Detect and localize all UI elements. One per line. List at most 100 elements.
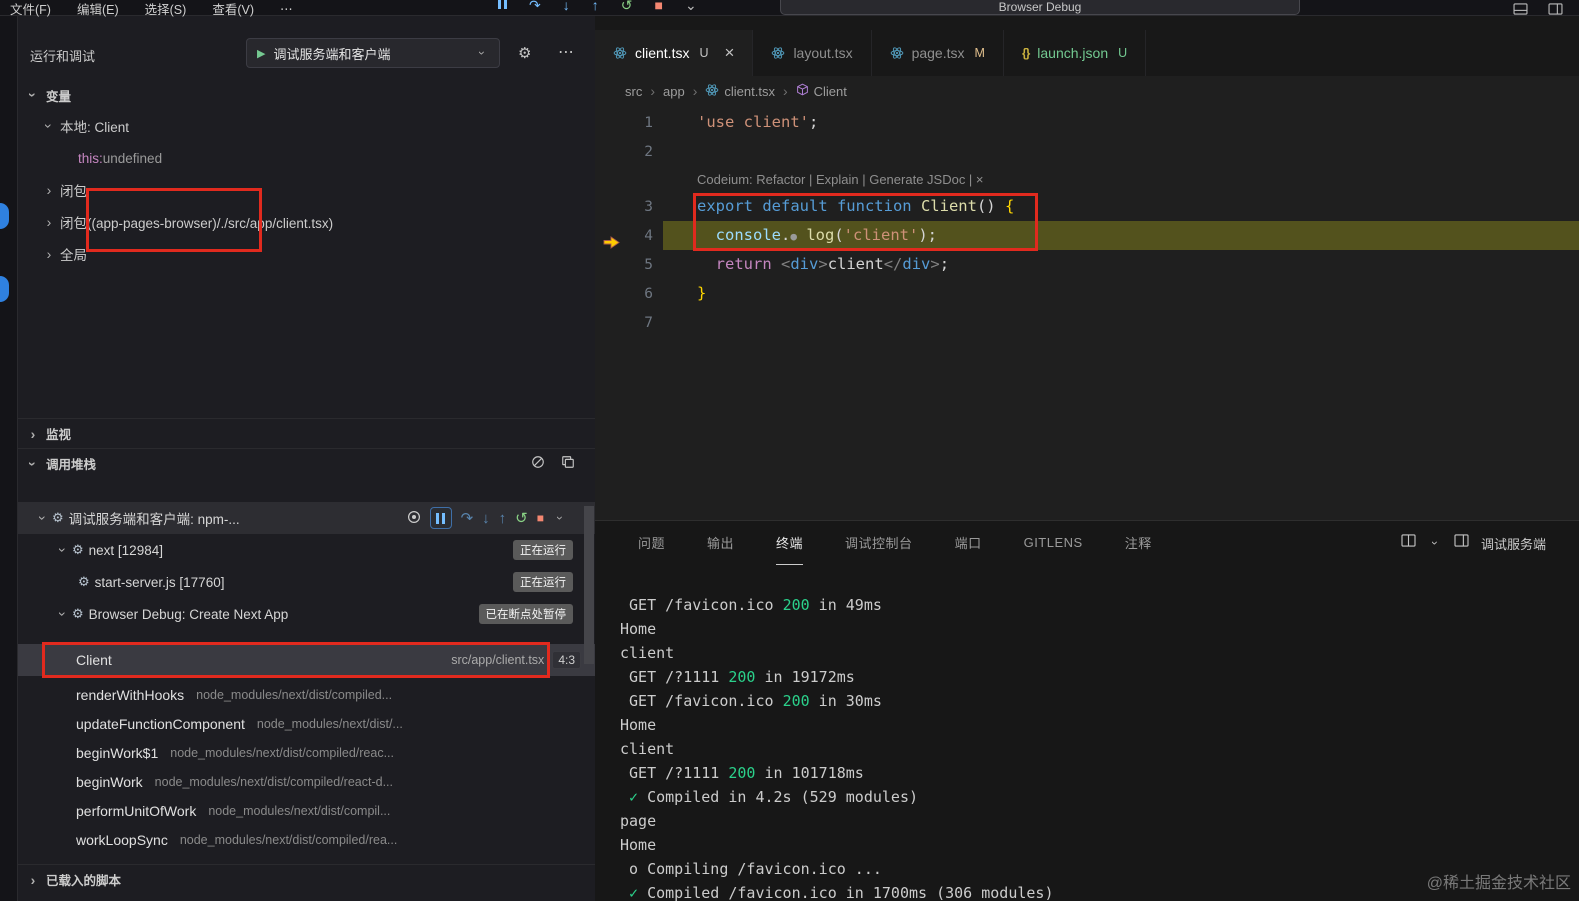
callstack-row[interactable]: › ⚙ Browser Debug: Create Next App 已在断点处暂停 [18, 598, 595, 630]
callstack-row[interactable]: beginWork$1 node_modules/next/dist/compil… [18, 738, 595, 767]
line-number[interactable]: 1 [595, 115, 663, 131]
panel-tab[interactable]: 输出 [707, 521, 734, 565]
stop-icon[interactable]: ■ [537, 512, 544, 524]
callstack-row-current-frame[interactable]: Client src/app/client.tsx 4:3 [18, 644, 595, 676]
chevron-down-icon[interactable]: › [553, 511, 567, 525]
panel-tab[interactable]: 调试控制台 [845, 521, 913, 565]
codelens-text[interactable]: Codeium: Refactor | Explain | Generate J… [663, 172, 984, 187]
step-over-icon[interactable]: ↷ [461, 511, 474, 526]
step-over-icon[interactable]: ↷ [529, 0, 541, 14]
editor-tab[interactable]: page.tsx M [871, 30, 1004, 76]
variable-scope-row[interactable]: › 闭包((app-pages-browser)/./src/app/client… [18, 206, 595, 238]
disable-icon[interactable] [531, 455, 545, 472]
editor-tab[interactable]: client.tsx U × [595, 30, 754, 76]
layout-sidebar-icon[interactable] [1548, 2, 1563, 20]
line-number[interactable]: 6 [595, 286, 663, 302]
more-actions-icon[interactable]: ⋯ [558, 42, 576, 62]
restart-icon[interactable]: ↺ [621, 0, 633, 14]
callstack-row[interactable]: beginWork node_modules/next/dist/compiled… [18, 767, 595, 796]
close-icon[interactable]: × [725, 43, 735, 63]
vscode-window: 文件(F) 编辑(E) 选择(S) 查看(V) ⋯ ↷ ↓ ↑ ↺ ■ ⌄ Browse… [0, 0, 1579, 901]
start-debug-icon[interactable]: ▶ [257, 47, 265, 60]
editor-tab[interactable]: layout.tsx [753, 30, 872, 76]
menu-item[interactable]: 选择(S) [145, 0, 187, 18]
step-into-icon[interactable]: ↓ [482, 511, 490, 526]
panel-tab[interactable]: 端口 [955, 521, 982, 565]
panel-layout-icon[interactable] [1454, 534, 1469, 552]
record-dot-icon[interactable] [407, 510, 421, 527]
chevron-down-icon[interactable]: › [1428, 536, 1442, 550]
chevron-down-icon[interactable]: › [55, 607, 71, 621]
loaded-scripts-section-header[interactable]: › 已载入的脚本 [18, 864, 595, 894]
step-into-icon[interactable]: ↓ [563, 0, 570, 14]
pause-icon[interactable] [498, 0, 507, 9]
scrollbar-thumb[interactable] [584, 506, 594, 664]
code-line-row[interactable]: 2 [595, 137, 1579, 166]
split-terminal-icon[interactable] [1401, 534, 1416, 552]
layout-panel-icon[interactable] [1513, 2, 1528, 20]
variable-scope-row[interactable]: › 本地: Client [18, 110, 595, 142]
breadcrumb-item[interactable]: Client [796, 83, 847, 99]
callstack-row[interactable]: › ⚙ next [12984] 正在运行 [18, 534, 595, 566]
chevron-right-icon[interactable]: › [42, 214, 56, 230]
command-center[interactable]: Browser Debug [780, 0, 1300, 15]
stop-icon[interactable]: ■ [654, 0, 662, 14]
line-number[interactable]: 4 [595, 228, 663, 249]
editor-tab[interactable]: {} launch.json U [1003, 30, 1147, 76]
callstack-section-header[interactable]: › 调用堆栈 [18, 448, 595, 478]
step-out-icon[interactable]: ↑ [499, 511, 507, 526]
watch-section-header[interactable]: › 监视 [18, 418, 595, 448]
chevron-down-icon[interactable]: › [41, 119, 57, 133]
line-number[interactable]: 7 [595, 315, 663, 331]
copy-callstack-icon[interactable] [561, 455, 575, 472]
callstack-row[interactable]: renderWithHooks node_modules/next/dist/co… [18, 680, 595, 709]
debug-config-dropdown[interactable]: ▶ 调试服务端和客户端 › [246, 38, 500, 68]
menu-item[interactable]: 编辑(E) [77, 0, 119, 18]
menu-item[interactable]: ⋯ [280, 1, 293, 16]
line-number[interactable]: 2 [595, 144, 663, 160]
panel-tab[interactable]: 终端 [776, 521, 804, 565]
chevron-right-icon[interactable]: › [42, 182, 56, 198]
variable-row[interactable]: this: undefined [18, 142, 595, 174]
code-line-row[interactable]: 4 console.● log('client'); [595, 221, 1579, 250]
breadcrumb-item[interactable]: app [663, 84, 685, 99]
terminal-output[interactable]: GET /favicon.ico 200 in 49ms Home client G… [595, 565, 1579, 901]
breadcrumb-item[interactable]: src [625, 84, 642, 99]
variables-section-header[interactable]: › 变量 [18, 80, 595, 110]
line-number[interactable]: 5 [595, 257, 663, 273]
line-number[interactable]: 3 [595, 199, 663, 215]
breadcrumb-item[interactable]: client.tsx [705, 83, 775, 100]
panel-tab[interactable]: 问题 [638, 521, 665, 565]
code-line-row[interactable]: 6} [595, 279, 1579, 308]
terminal-line: Home [620, 836, 657, 854]
menu-item[interactable]: 文件(F) [10, 0, 51, 18]
callstack-row[interactable]: ⚙ start-server.js [17760] 正在运行 [18, 566, 595, 598]
code-line-row[interactable]: 3 export default function Client() { [595, 192, 1579, 221]
chevron-right-icon[interactable]: › [42, 246, 56, 262]
chevron-down-icon[interactable]: ⌄ [685, 0, 697, 14]
session-status-badge: 已在断点处暂停 [478, 604, 573, 624]
pause-icon[interactable] [429, 507, 452, 529]
chevron-down-icon[interactable]: › [35, 511, 51, 525]
code-editor[interactable]: 1'use client'; 2 Codeium: Refactor | Expla… [595, 106, 1579, 520]
code-line-row[interactable]: 7 [595, 308, 1579, 337]
code-line-row[interactable]: 5 return <div>client</div>; [595, 250, 1579, 279]
debug-toolbar: ↷ ↓ ↑ ↺ ■ ⌄ [498, 0, 697, 16]
callstack-row[interactable]: updateFunctionComponent node_modules/next… [18, 709, 595, 738]
chevron-down-icon[interactable]: › [55, 543, 71, 557]
code-line-row[interactable]: 1'use client'; [595, 108, 1579, 137]
callstack-row[interactable]: performUnitOfWork node_modules/next/dist/… [18, 796, 595, 825]
restart-icon[interactable]: ↺ [515, 511, 528, 526]
step-out-icon[interactable]: ↑ [592, 0, 599, 14]
gear-icon[interactable]: ⚙ [518, 44, 531, 62]
codelens-row[interactable]: Codeium: Refactor | Explain | Generate J… [595, 166, 1579, 192]
panel-tab[interactable]: 注释 [1125, 521, 1152, 565]
menu-item[interactable]: 查看(V) [212, 0, 254, 18]
callstack-row[interactable]: workLoopSync node_modules/next/dist/compi… [18, 825, 595, 854]
window-controls [1513, 2, 1563, 20]
variable-scope-row[interactable]: › 全局 [18, 238, 595, 270]
panel-tab[interactable]: GITLENS [1024, 521, 1083, 565]
variable-scope-row[interactable]: › 闭包 [18, 174, 595, 206]
callstack-row[interactable]: › ⚙ 调试服务端和客户端: npm-... ↷ ↓ ↑ ↺ ■ › [18, 502, 595, 534]
terminal-session-label[interactable]: 调试服务端 [1481, 534, 1546, 553]
